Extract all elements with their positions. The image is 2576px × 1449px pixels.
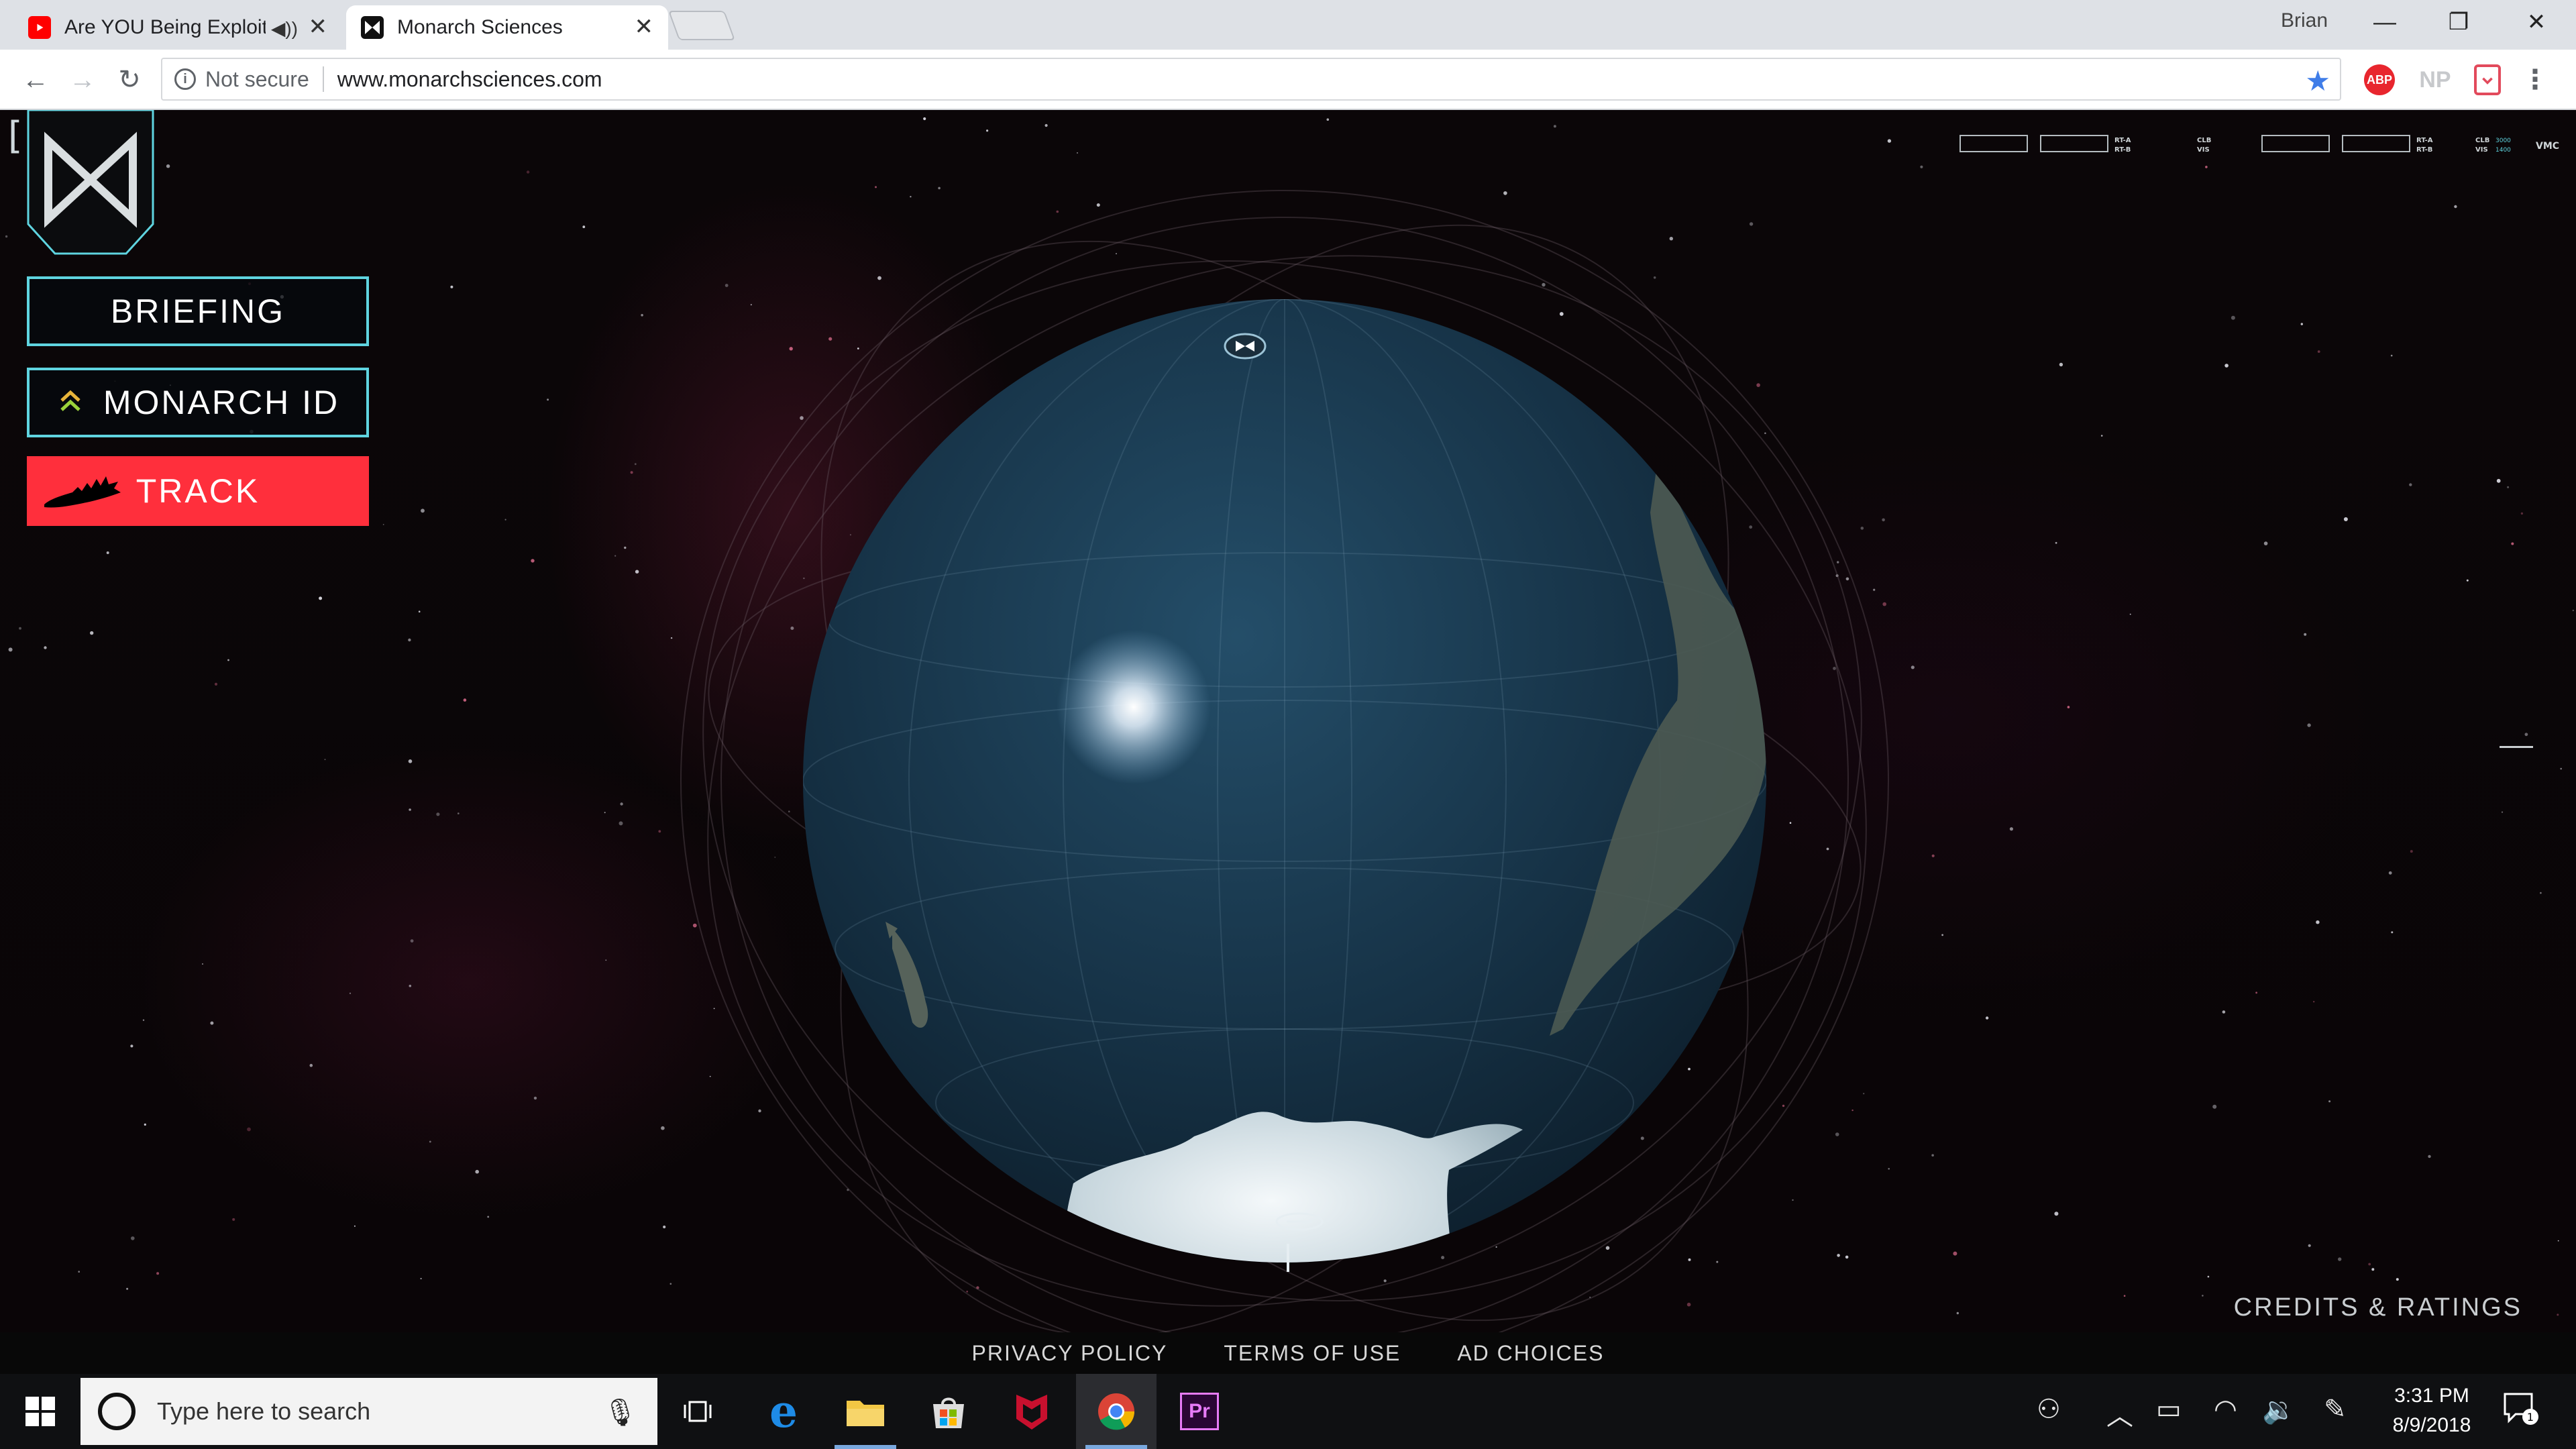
tab-title: Are YOU Being Exploit (64, 16, 266, 38)
mcafee-icon[interactable] (991, 1374, 1072, 1449)
new-tab-button[interactable] (667, 11, 736, 40)
sun-glare (1057, 630, 1211, 784)
restore-icon[interactable]: ❐ (2422, 0, 2496, 44)
hud-mode: VMC (2536, 141, 2559, 152)
pen-workspace-icon[interactable]: ✎ (2324, 1394, 2347, 1425)
forward-icon[interactable]: → (64, 62, 101, 98)
address-bar[interactable]: i Not secure www.monarchsciences.com ★ (161, 58, 2341, 101)
show-hidden-icons-chevron[interactable]: ︿ (2106, 1394, 2133, 1433)
task-view-icon[interactable] (657, 1374, 738, 1449)
omnibox-divider (322, 66, 324, 92)
youtube-icon (28, 16, 51, 39)
file-explorer-icon[interactable] (825, 1374, 906, 1449)
briefing-button[interactable]: BRIEFING (27, 276, 369, 346)
np-extension-icon[interactable]: NP (2415, 64, 2455, 95)
url-text[interactable]: www.monarchsciences.com (337, 67, 602, 92)
tab-monarch-sciences[interactable]: Monarch Sciences ✕ (346, 5, 668, 50)
premiere-pro-icon[interactable]: Pr (1159, 1374, 1240, 1449)
close-tab-icon[interactable]: ✕ (635, 15, 654, 39)
left-bracket-glyph: [ (3, 114, 25, 158)
back-icon[interactable]: ← (17, 62, 54, 98)
battery-icon[interactable]: ▭ (2156, 1394, 2182, 1425)
hud-clb-value: 3000 (2496, 138, 2511, 144)
close-tab-icon[interactable]: ✕ (309, 15, 328, 39)
taskbar-search-box[interactable]: Type here to search 🎙 (80, 1378, 657, 1445)
track-button[interactable]: TRACK (27, 456, 369, 526)
close-window-icon[interactable]: ✕ (2500, 0, 2573, 44)
telemetry-hud: RT-A RT-B CLB VIS RT-A RT-B CLB VIS VMC … (1960, 135, 2559, 154)
briefing-label: BRIEFING (110, 292, 286, 330)
windows-start-button[interactable] (0, 1374, 80, 1449)
globe-viewer[interactable] (0, 110, 2576, 1332)
security-label[interactable]: Not secure (205, 67, 309, 92)
hud-rt-a: RT-A (2114, 137, 2131, 144)
hud-rt-b: RT-B (2114, 146, 2131, 154)
clock-date: 8/9/2018 (2392, 1414, 2471, 1436)
track-label: TRACK (136, 472, 260, 510)
hud-vis: VIS (2197, 146, 2210, 154)
search-placeholder[interactable]: Type here to search (157, 1397, 370, 1426)
hud-vis-2: VIS (2475, 146, 2488, 154)
pocket-icon[interactable] (2474, 64, 2501, 95)
hud-rt-a-2: RT-A (2416, 137, 2433, 144)
microsoft-store-icon[interactable] (908, 1374, 989, 1449)
browser-tab-strip: Are YOU Being Exploit ◀)) ✕ Monarch Scie… (0, 0, 2576, 50)
minimize-icon[interactable]: — (2348, 0, 2422, 44)
action-center-icon[interactable]: 1 (2502, 1391, 2540, 1433)
wifi-icon[interactable]: ◠ (2214, 1394, 2237, 1425)
credits-ratings-link[interactable]: CREDITS & RATINGS (2234, 1293, 2522, 1322)
tab-youtube[interactable]: Are YOU Being Exploit ◀)) ✕ (13, 5, 342, 50)
profile-name[interactable]: Brian (2281, 9, 2328, 32)
monarch-icon (361, 16, 384, 39)
rank-chevron-icon (60, 390, 80, 411)
reload-icon[interactable]: ↻ (111, 62, 148, 98)
microphone-icon[interactable]: 🎙 (603, 1397, 637, 1428)
adblock-icon[interactable]: ABP (2364, 64, 2395, 95)
np-label: NP (2419, 66, 2451, 93)
people-icon[interactable]: ⚇ (2037, 1394, 2061, 1425)
bookmark-star-icon[interactable]: ★ (2305, 64, 2330, 97)
adblock-label: ABP (2366, 72, 2392, 87)
ad-choices-link[interactable]: AD CHOICES (1457, 1341, 1604, 1366)
hud-rt-b-2: RT-B (2416, 146, 2432, 154)
windows-logo-icon (25, 1397, 55, 1426)
browser-toolbar: ← → ↻ i Not secure www.monarchsciences.c… (0, 50, 2576, 110)
monarch-id-button[interactable]: MONARCH ID (27, 368, 369, 437)
menu-kebab-icon[interactable]: ⋮ (2522, 64, 2548, 95)
privacy-policy-link[interactable]: PRIVACY POLICY (972, 1341, 1168, 1366)
cortana-icon[interactable] (98, 1393, 136, 1430)
notification-count: 1 (2527, 1411, 2534, 1424)
tab-title: Monarch Sciences (397, 16, 563, 38)
site-footer: PRIVACY POLICY TERMS OF USE AD CHOICES (0, 1332, 2576, 1374)
windows-taskbar: Type here to search 🎙 e Pr ⚇ ︿ ▭ ◠ 🔉 ✎ 3… (0, 1374, 2576, 1449)
info-icon[interactable]: i (174, 68, 196, 90)
edge-browser-icon[interactable]: e (743, 1374, 824, 1449)
monarch-logo[interactable] (25, 110, 156, 256)
hud-clb: CLB (2197, 137, 2211, 144)
hud-clb-2: CLB (2475, 137, 2489, 144)
hud-vis-value: 1400 (2496, 147, 2511, 154)
monarch-site-viewport: [ BRIEFING MONARCH ID TRACK RT-A RT-B CL… (0, 110, 2576, 1332)
audio-playing-icon[interactable]: ◀)) (271, 17, 298, 40)
chrome-icon[interactable] (1076, 1374, 1157, 1449)
monarch-location-marker[interactable] (1224, 333, 1267, 360)
clock-time: 3:31 PM (2394, 1385, 2469, 1407)
kaiju-silhouette-icon (44, 476, 121, 508)
side-indicator-dash[interactable] (2500, 746, 2533, 748)
terms-of-use-link[interactable]: TERMS OF USE (1224, 1341, 1401, 1366)
monarch-id-label: MONARCH ID (103, 384, 340, 421)
volume-icon[interactable]: 🔉 (2262, 1394, 2296, 1426)
taskbar-clock[interactable]: 3:31 PM 8/9/2018 (2381, 1385, 2482, 1437)
